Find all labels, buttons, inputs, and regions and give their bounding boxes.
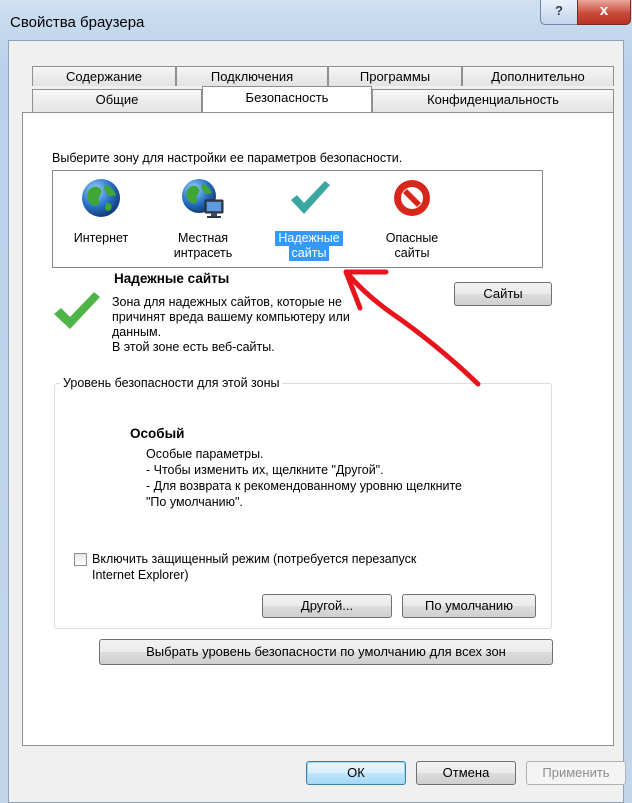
help-button[interactable]: ? (540, 0, 578, 25)
zone-description-line: Зона для надежных сайтов, которые не (112, 295, 342, 309)
cancel-button[interactable]: Отмена (416, 761, 516, 785)
zone-description-line: В этой зоне есть веб-сайты. (112, 340, 275, 354)
zone-label-line2: сайты (288, 246, 330, 261)
zone-restricted-sites[interactable]: Опасные сайты (373, 176, 451, 261)
security-level-line: - Чтобы изменить их, щелкните "Другой". (146, 463, 384, 477)
zone-label-line2: интрасеть (173, 246, 233, 260)
tab-label: Конфиденциальность (427, 92, 559, 107)
zone-trusted-sites[interactable]: Надежные сайты (270, 176, 348, 261)
zone-description-line: данным. (112, 325, 162, 339)
zone-label-line1: Интернет (73, 231, 129, 245)
zone-description-line: причинят вреда вашему компьютеру или (112, 310, 350, 324)
protected-mode-label[interactable]: Включить защищенный режим (потребуется п… (92, 551, 416, 583)
default-level-button[interactable]: По умолчанию (402, 594, 536, 618)
protected-mode-checkbox[interactable] (74, 553, 87, 566)
checkmark-icon (291, 181, 330, 214)
zone-internet[interactable]: Интернет (62, 176, 140, 246)
tab-security[interactable]: Безопасность (202, 86, 372, 112)
zone-title: Надежные сайты (114, 271, 230, 286)
tab-label: Общие (95, 92, 139, 107)
zone-description: Зона для надежных сайтов, которые не при… (112, 295, 350, 355)
protected-mode-label-line: Internet Explorer) (92, 568, 189, 582)
tab-general[interactable]: Общие (32, 89, 202, 113)
help-icon: ? (555, 3, 563, 18)
ok-button[interactable]: ОК (306, 761, 406, 785)
security-level-line: "По умолчанию". (146, 495, 243, 509)
intranet-globe-icon (182, 179, 224, 218)
trusted-sites-check-icon (54, 292, 100, 329)
title-bar[interactable]: Свойства браузера ? x (0, 0, 632, 40)
zone-label-line2: сайты (394, 246, 430, 260)
tab-label: Подключения (210, 69, 294, 84)
close-icon: x (599, 2, 609, 19)
custom-level-button[interactable]: Другой... (262, 594, 392, 618)
tab-programs[interactable]: Программы (328, 66, 462, 86)
apply-button[interactable]: Применить (526, 761, 626, 785)
forbidden-icon (394, 180, 430, 216)
reset-all-zones-button[interactable]: Выбрать уровень безопасности по умолчани… (99, 639, 553, 665)
zone-label-line1: Опасные (385, 231, 439, 245)
tab-label: Содержание (66, 69, 142, 84)
tab-content[interactable]: Содержание (32, 66, 176, 86)
tab-label: Безопасность (245, 90, 329, 105)
tab-privacy[interactable]: Конфиденциальность (372, 89, 614, 113)
security-level-line: - Для возврата к рекомендованному уровню… (146, 479, 462, 493)
tab-advanced[interactable]: Дополнительно (462, 66, 614, 86)
zone-label-line1: Надежные (275, 231, 343, 246)
zone-local-intranet[interactable]: Местная интрасеть (164, 176, 242, 261)
tab-label: Дополнительно (491, 69, 585, 84)
zone-instruction: Выберите зону для настройки ее параметро… (52, 151, 403, 165)
security-level-group-title: Уровень безопасности для этой зоны (60, 376, 283, 390)
security-level-name: Особый (130, 426, 185, 441)
tab-connections[interactable]: Подключения (176, 66, 328, 86)
tab-label: Программы (359, 69, 431, 84)
sites-button[interactable]: Сайты (454, 282, 552, 306)
security-level-line: Особые параметры. (146, 447, 264, 461)
security-level-description: Особые параметры. - Чтобы изменить их, щ… (146, 446, 462, 510)
close-button[interactable]: x (577, 0, 631, 25)
protected-mode-label-line: Включить защищенный режим (потребуется п… (92, 552, 417, 566)
zone-label-line1: Местная (177, 231, 229, 245)
globe-icon (82, 179, 120, 217)
window-title: Свойства браузера (10, 14, 145, 31)
